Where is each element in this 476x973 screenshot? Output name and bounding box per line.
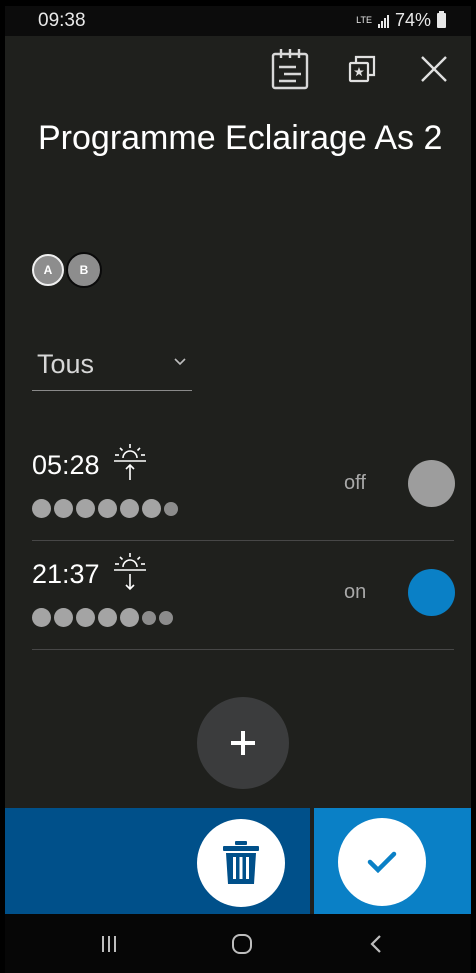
- active-days: [32, 608, 173, 627]
- day-dot: [54, 608, 73, 627]
- confirm-button[interactable]: [338, 818, 426, 906]
- day-dot: [142, 499, 161, 518]
- system-nav-bar: [0, 914, 476, 973]
- recent-apps-icon[interactable]: [89, 928, 129, 960]
- copy-star-icon[interactable]: [342, 46, 382, 92]
- day-dot: [142, 610, 156, 625]
- active-days: [32, 499, 178, 518]
- entry-time: 21:37: [32, 559, 100, 589]
- day-filter-value: Tous: [37, 349, 95, 379]
- schedule-entry[interactable]: 21:37 on: [32, 541, 455, 650]
- sunset-icon: [114, 553, 146, 591]
- status-bar: 09:38 LTE 74%: [0, 6, 476, 36]
- day-dot: [32, 608, 51, 627]
- day-dot: [98, 499, 117, 518]
- trash-icon: [223, 841, 259, 884]
- page-title: Programme Eclairage As 2: [38, 119, 443, 157]
- delete-button[interactable]: [197, 819, 285, 907]
- entry-time: 05:28: [32, 450, 100, 480]
- entry-state-label: off: [344, 472, 366, 494]
- group-selector: A B: [32, 252, 102, 288]
- back-icon[interactable]: [356, 928, 396, 960]
- day-dot: [32, 499, 51, 518]
- battery-icon: [437, 11, 446, 28]
- day-filter-dropdown[interactable]: Tous: [32, 340, 192, 391]
- group-chip-a[interactable]: A: [32, 254, 64, 286]
- group-chip-b[interactable]: B: [66, 252, 102, 288]
- day-dot: [120, 499, 139, 518]
- toolbar: [270, 46, 454, 92]
- status-indicators: LTE 74%: [356, 10, 446, 31]
- close-icon[interactable]: [414, 46, 454, 92]
- network-type: LTE: [356, 15, 372, 25]
- chevron-down-icon: [174, 358, 186, 366]
- day-dot: [164, 501, 178, 516]
- state-toggle[interactable]: [408, 569, 455, 616]
- state-toggle[interactable]: [408, 460, 455, 507]
- sunrise-icon: [114, 444, 146, 480]
- entry-state-label: on: [344, 581, 367, 603]
- battery-level: 74%: [394, 10, 431, 30]
- add-entry-button[interactable]: [197, 697, 289, 789]
- day-dot: [54, 499, 73, 518]
- schedule-entry[interactable]: 05:28 off: [32, 432, 455, 541]
- check-icon: [367, 851, 397, 873]
- day-dot: [159, 610, 173, 625]
- day-dot: [76, 499, 95, 518]
- status-time: 09:38: [38, 10, 86, 31]
- signal-icon: [377, 14, 389, 28]
- day-dot: [98, 608, 117, 627]
- day-dot: [120, 608, 139, 627]
- home-icon[interactable]: [222, 928, 262, 960]
- plus-icon: [231, 731, 255, 755]
- day-dot: [76, 608, 95, 627]
- calendar-list-icon[interactable]: [270, 46, 310, 92]
